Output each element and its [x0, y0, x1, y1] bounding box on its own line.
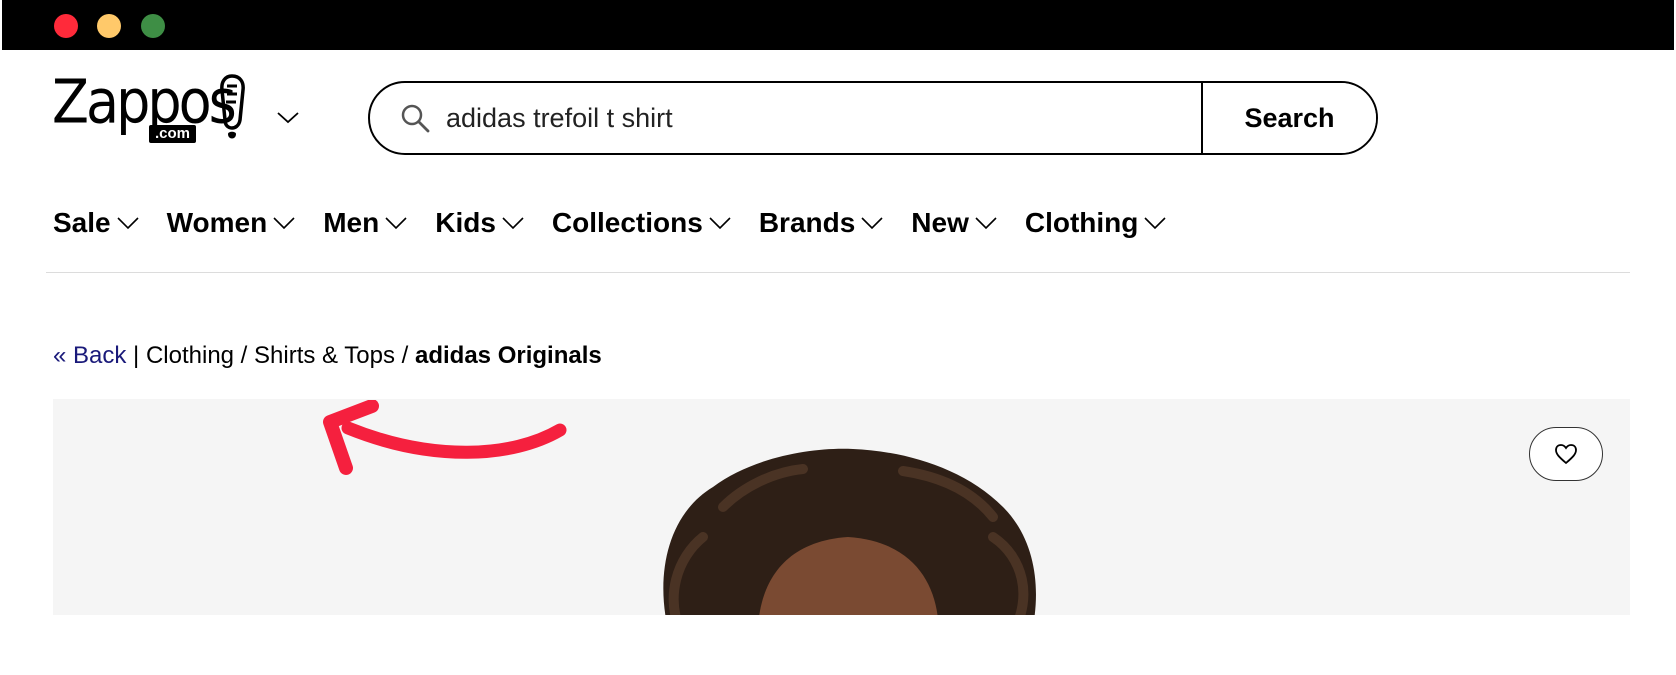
chevron-down-icon	[117, 217, 139, 230]
nav-item-label: Kids	[435, 207, 496, 238]
breadcrumb-shirts-tops-link[interactable]: Shirts & Tops	[254, 342, 395, 369]
nav-item-label: Brands	[758, 207, 856, 238]
main-nav: Sale Women Men Kids Collections Brands N…	[53, 207, 1194, 239]
search-input[interactable]	[440, 83, 1201, 153]
nav-item-label: Sale	[53, 207, 111, 238]
nav-item-new[interactable]: New	[911, 207, 997, 239]
breadcrumb-separator: |	[126, 342, 146, 369]
breadcrumb-current: adidas Originals	[415, 342, 602, 369]
maximize-window-button[interactable]	[141, 14, 165, 38]
nav-item-label: Clothing	[1024, 207, 1139, 238]
chevron-down-icon	[975, 217, 997, 230]
nav-item-sale[interactable]: Sale	[53, 207, 139, 239]
search-icon	[370, 83, 440, 153]
search-button[interactable]: Search	[1201, 83, 1376, 153]
chevron-down-icon	[861, 217, 883, 230]
nav-item-collections[interactable]: Collections	[552, 207, 731, 239]
nav-item-label: New	[911, 207, 969, 238]
nav-item-label: Collections	[551, 207, 703, 238]
chevron-down-icon	[385, 217, 407, 230]
chevron-down-icon	[273, 217, 295, 230]
chevron-down-icon	[709, 217, 731, 230]
favorite-button[interactable]	[1529, 427, 1603, 481]
nav-divider	[46, 272, 1630, 273]
breadcrumb-clothing-link[interactable]: Clothing	[146, 342, 234, 369]
nav-item-kids[interactable]: Kids	[435, 207, 524, 239]
chevron-down-icon	[502, 217, 524, 230]
nav-item-label: Men	[323, 207, 380, 238]
breadcrumb-separator: /	[234, 342, 255, 369]
nav-item-brands[interactable]: Brands	[759, 207, 883, 239]
logo-wordmark: Zappos	[52, 66, 237, 137]
back-link[interactable]: « Back	[53, 342, 126, 369]
nav-item-label: Women	[166, 207, 268, 238]
heart-icon	[1555, 444, 1577, 465]
breadcrumb-separator: /	[394, 342, 415, 369]
nav-item-women[interactable]: Women	[167, 207, 296, 239]
logo-menu-chevron-icon[interactable]	[276, 106, 300, 130]
chevron-down-icon	[1144, 217, 1166, 230]
logo-com-badge: .com	[149, 125, 197, 143]
product-model-photo	[663, 448, 1036, 615]
product-image-area[interactable]	[53, 399, 1630, 615]
close-window-button[interactable]	[54, 14, 78, 38]
zappos-logo[interactable]: Zappos .com	[52, 66, 248, 148]
zappos-shoe-icon	[220, 74, 245, 139]
breadcrumb: « Back | Clothing / Shirts & Tops / adid…	[53, 342, 602, 370]
nav-item-men[interactable]: Men	[323, 207, 407, 239]
window-titlebar	[2, 0, 1674, 50]
nav-item-clothing[interactable]: Clothing	[1025, 207, 1167, 239]
search-bar: Search	[368, 81, 1378, 155]
minimize-window-button[interactable]	[97, 14, 121, 38]
